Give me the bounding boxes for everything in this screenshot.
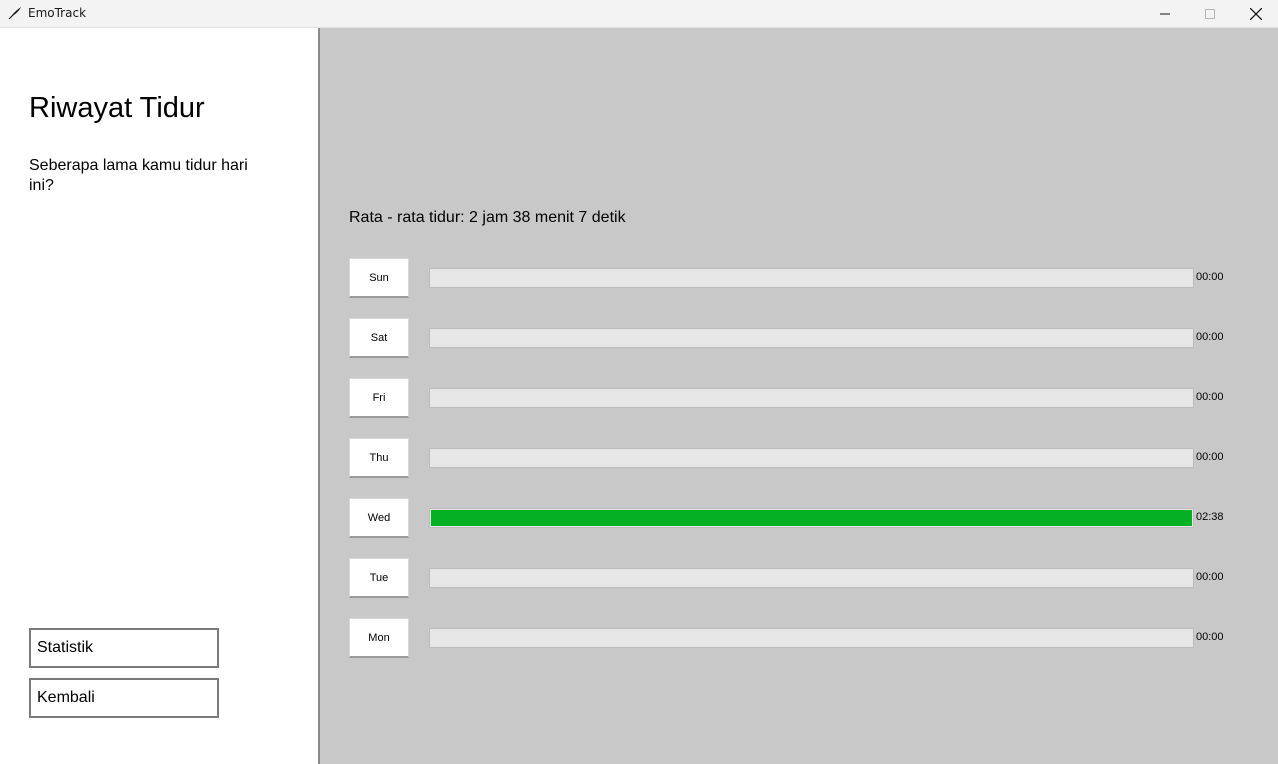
sleep-progress-bar bbox=[429, 628, 1194, 648]
day-button-sat[interactable]: Sat bbox=[349, 318, 409, 358]
sleep-time-label: 00:00 bbox=[1196, 391, 1224, 403]
day-button-wed[interactable]: Wed bbox=[349, 498, 409, 538]
sleep-progress-bar bbox=[429, 268, 1194, 288]
day-button-tue[interactable]: Tue bbox=[349, 558, 409, 598]
sidebar: Riwayat Tidur Seberapa lama kamu tidur h… bbox=[0, 28, 318, 764]
minimize-icon bbox=[1160, 9, 1170, 19]
close-icon bbox=[1250, 8, 1262, 20]
day-button-fri[interactable]: Fri bbox=[349, 378, 409, 418]
day-row-sun: Sun 00:00 bbox=[320, 258, 1278, 298]
average-sleep-text: Rata - rata tidur: 2 jam 38 menit 7 deti… bbox=[349, 209, 626, 226]
day-row-wed: Wed 02:38 bbox=[320, 498, 1278, 538]
sleep-history-panel: Rata - rata tidur: 2 jam 38 menit 7 deti… bbox=[320, 28, 1278, 764]
sleep-progress-bar bbox=[429, 388, 1194, 408]
progress-fill bbox=[431, 510, 1192, 526]
kembali-button[interactable]: Kembali bbox=[29, 678, 219, 718]
sleep-time-label: 00:00 bbox=[1196, 271, 1224, 283]
maximize-button[interactable] bbox=[1187, 0, 1233, 28]
day-button-sun[interactable]: Sun bbox=[349, 258, 409, 298]
sleep-time-label: 00:00 bbox=[1196, 571, 1224, 583]
sleep-progress-bar bbox=[429, 328, 1194, 348]
close-button[interactable] bbox=[1233, 0, 1278, 28]
sleep-time-label: 00:00 bbox=[1196, 631, 1224, 643]
day-button-thu[interactable]: Thu bbox=[349, 438, 409, 478]
minimize-button[interactable] bbox=[1142, 0, 1188, 28]
feather-icon bbox=[7, 5, 23, 21]
day-row-tue: Tue 00:00 bbox=[320, 558, 1278, 598]
sleep-question: Seberapa lama kamu tidur hari ini? bbox=[29, 157, 248, 194]
day-row-thu: Thu 00:00 bbox=[320, 438, 1278, 478]
statistik-button[interactable]: Statistik bbox=[29, 628, 219, 668]
sleep-progress-bar bbox=[429, 448, 1194, 468]
day-row-mon: Mon 00:00 bbox=[320, 618, 1278, 658]
title-bar: EmoTrack bbox=[0, 0, 1278, 28]
sleep-time-label: 00:00 bbox=[1196, 451, 1224, 463]
sleep-progress-bar bbox=[429, 508, 1194, 528]
sleep-progress-bar bbox=[429, 568, 1194, 588]
day-row-fri: Fri 00:00 bbox=[320, 378, 1278, 418]
sleep-time-label: 02:38 bbox=[1196, 511, 1224, 523]
page-title: Riwayat Tidur bbox=[29, 92, 205, 124]
maximize-icon bbox=[1205, 9, 1215, 19]
sleep-time-label: 00:00 bbox=[1196, 331, 1224, 343]
window-title: EmoTrack bbox=[28, 6, 87, 20]
day-row-sat: Sat 00:00 bbox=[320, 318, 1278, 358]
day-button-mon[interactable]: Mon bbox=[349, 618, 409, 658]
